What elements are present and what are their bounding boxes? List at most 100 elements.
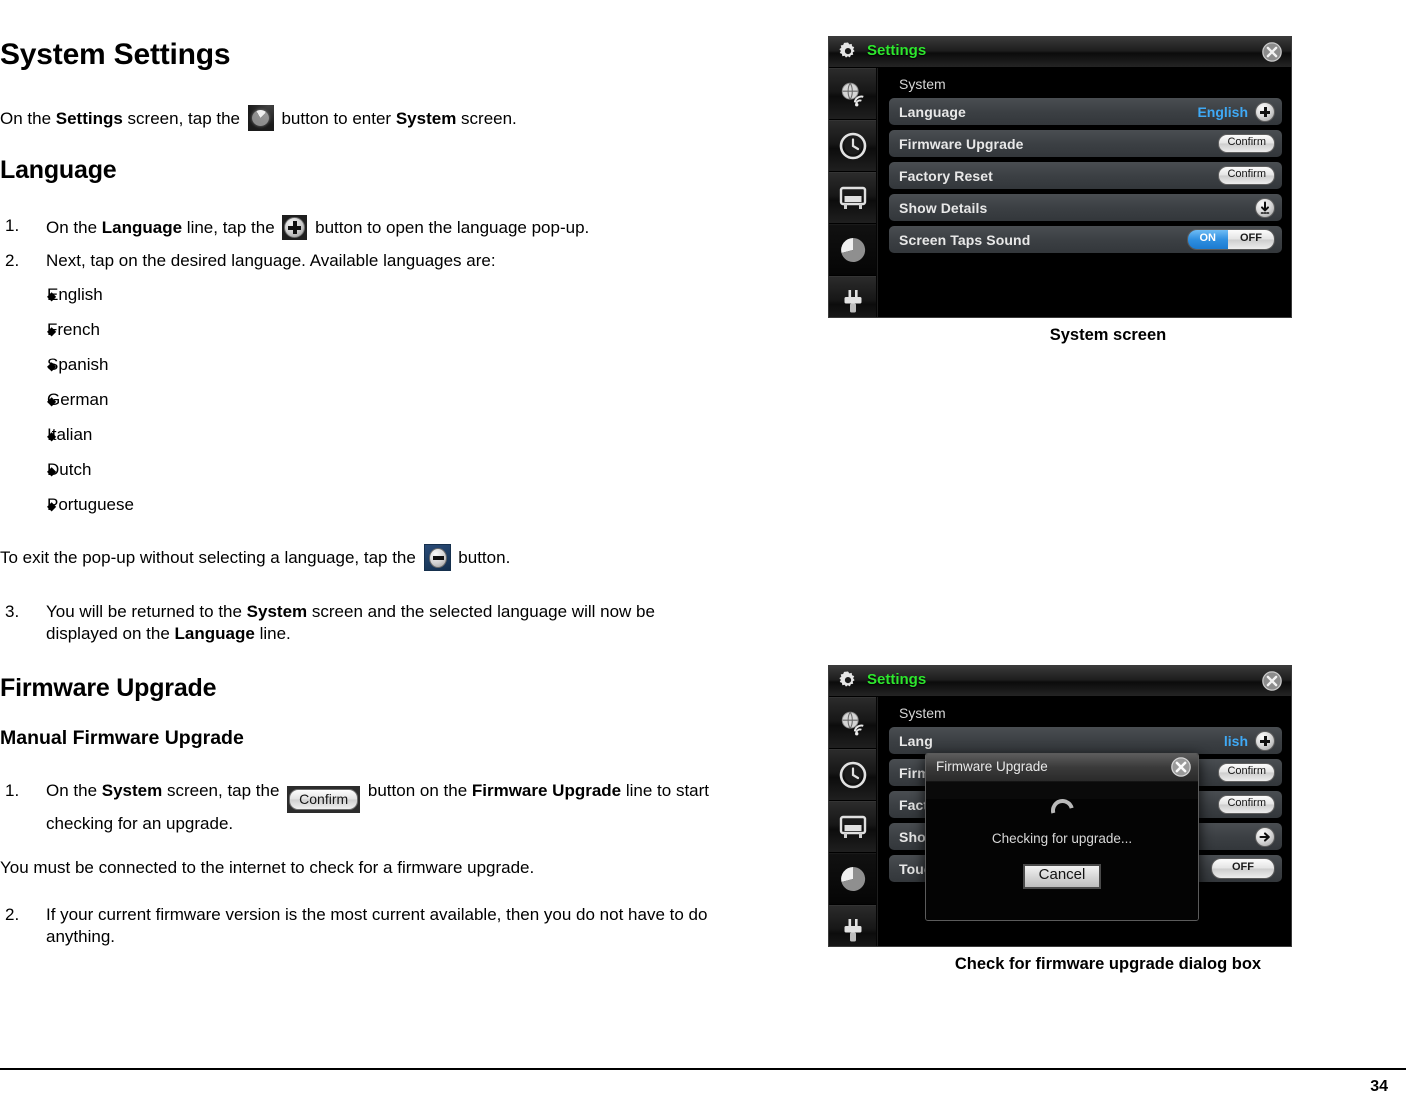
- list-item: ◆ German: [0, 390, 790, 425]
- step3-part1: You will be returned to the: [46, 602, 247, 622]
- plus-round-button[interactable]: [1255, 101, 1275, 122]
- list-item: ◆ Italian: [0, 425, 790, 460]
- language-dutch: Dutch: [47, 460, 92, 480]
- device-content: System Language English Firmware Upgrade…: [877, 68, 1291, 317]
- settings-row-language[interactable]: Language English: [889, 98, 1282, 125]
- exit-popup-part2: button.: [453, 548, 511, 568]
- bullet-glyph: ◆: [47, 429, 57, 444]
- settings-row-screen-taps-sound[interactable]: Screen Taps Sound ON OFF: [889, 226, 1282, 253]
- sidebar-item-clock[interactable]: [829, 120, 876, 172]
- row-control: Confirm: [1218, 166, 1275, 185]
- settings-row-factory-reset[interactable]: Factory Reset Confirm: [889, 162, 1282, 189]
- dialog-titlebar: Firmware Upgrade: [926, 754, 1198, 782]
- sidebar-item-display[interactable]: [829, 801, 876, 853]
- device-title: Settings: [867, 671, 927, 688]
- fw1-bold-firmware-upgrade: Firmware Upgrade: [471, 780, 622, 800]
- cancel-button[interactable]: Cancel: [1022, 864, 1102, 889]
- loading-spinner-icon: [1046, 794, 1078, 827]
- firmware-step-1: 1. On the System screen, tap the Confirm…: [0, 780, 790, 835]
- device-sidebar-rail: [829, 68, 878, 317]
- sidebar-item-system[interactable]: [829, 224, 876, 276]
- page-number: 34: [1370, 1078, 1388, 1095]
- step3-bold-system: System: [246, 602, 308, 622]
- arrow-round-button[interactable]: [1255, 826, 1275, 847]
- close-icon[interactable]: [1170, 756, 1192, 778]
- row-label: Fact: [899, 796, 929, 813]
- sidebar-item-network[interactable]: [829, 68, 876, 120]
- step-number: 2.: [5, 905, 20, 925]
- list-item: ◆ Dutch: [0, 460, 790, 495]
- language-options-list: ◆ English ◆ French ◆ Spanish ◆ German ◆ …: [0, 285, 790, 530]
- download-round-button[interactable]: [1255, 197, 1275, 218]
- plus-round-button[interactable]: [1255, 730, 1275, 751]
- section-heading-language: Language: [0, 156, 117, 184]
- language-italian: Italian: [47, 425, 93, 445]
- intro-text-part1: On the: [0, 109, 56, 128]
- close-icon[interactable]: [1261, 670, 1283, 692]
- fw1-bold-system: System: [101, 780, 163, 800]
- list-item: ◆ Spanish: [0, 355, 790, 390]
- step1-part1: On the: [46, 217, 102, 237]
- intro-bold-system: System: [395, 109, 457, 128]
- settings-row-firmware-upgrade[interactable]: Firmware Upgrade Confirm: [889, 130, 1282, 157]
- row-control: English: [1197, 101, 1275, 122]
- step1-part3: button to open the language pop-up.: [310, 217, 590, 237]
- on-off-toggle[interactable]: ON OFF: [1186, 229, 1275, 250]
- toggle-off-segment[interactable]: OFF: [1228, 230, 1274, 249]
- confirm-button[interactable]: Confirm: [1218, 763, 1275, 782]
- row-control: lish: [1224, 730, 1275, 751]
- row-label: Show Details: [899, 199, 988, 216]
- sidebar-item-clock[interactable]: [829, 749, 876, 801]
- intro-text-part2: screen, tap the: [122, 109, 245, 128]
- row-label: Lang: [899, 732, 933, 749]
- step3-part3: line.: [254, 624, 291, 643]
- list-item: ◆ Portuguese: [0, 495, 790, 530]
- settings-row-show-details[interactable]: Show Details: [889, 194, 1282, 221]
- on-off-toggle[interactable]: OFF: [1211, 858, 1275, 879]
- section-heading-firmware-upgrade: Firmware Upgrade: [0, 673, 217, 702]
- document-page: System Settings On the Settings screen, …: [0, 0, 1406, 1117]
- bullet-glyph: ◆: [47, 289, 57, 304]
- page-title: System Settings: [0, 38, 231, 71]
- sidebar-item-power[interactable]: [829, 276, 876, 317]
- section-label: System: [899, 76, 946, 92]
- plus-button-icon: [282, 214, 308, 240]
- list-item: 2. Next, tap on the desired language. Av…: [0, 250, 790, 272]
- step-text: On the System screen, tap the Confirm bu…: [46, 780, 721, 835]
- figure-system-screen: Settings System Language English Firmwar…: [828, 36, 1292, 318]
- intro-bold-settings: Settings: [55, 109, 123, 128]
- fw1-part3: button on the: [363, 780, 472, 800]
- bullet-glyph: ◆: [47, 464, 57, 479]
- step-text: Next, tap on the desired language. Avail…: [46, 250, 496, 270]
- text-column: System Settings On the Settings screen, …: [0, 38, 790, 948]
- figure-firmware-dialog: Settings System Lang lish Firm Confirm F…: [828, 665, 1292, 947]
- row-control: [1255, 197, 1275, 218]
- row-label: Factory Reset: [899, 167, 993, 184]
- row-label: Language: [899, 103, 966, 120]
- language-english: English: [47, 285, 103, 305]
- language-portuguese: Portuguese: [47, 495, 134, 515]
- close-icon[interactable]: [1261, 41, 1283, 63]
- minus-button-icon: [423, 544, 451, 572]
- sidebar-item-display[interactable]: [829, 172, 876, 224]
- sidebar-item-power[interactable]: [829, 905, 876, 946]
- settings-row-language[interactable]: Lang lish: [889, 727, 1282, 754]
- footer-divider: [0, 1068, 1406, 1070]
- toggle-off-segment[interactable]: OFF: [1212, 859, 1274, 878]
- step1-part2: line, tap the: [182, 217, 280, 237]
- confirm-button[interactable]: Confirm: [1218, 795, 1275, 814]
- dialog-title: Firmware Upgrade: [936, 759, 1048, 774]
- exit-popup-paragraph: To exit the pop-up without selecting a l…: [0, 544, 790, 572]
- language-step-3: 3. You will be returned to the System sc…: [0, 601, 790, 645]
- dialog-footer: [926, 920, 1198, 921]
- sidebar-item-system[interactable]: [829, 853, 876, 905]
- sidebar-item-network[interactable]: [829, 697, 876, 749]
- list-item: ◆ English: [0, 285, 790, 320]
- confirm-button[interactable]: Confirm: [1218, 166, 1275, 185]
- row-control: [1255, 826, 1275, 847]
- language-german: German: [47, 390, 109, 410]
- confirm-button[interactable]: Confirm: [1218, 134, 1275, 153]
- row-label: Firmware Upgrade: [899, 135, 1024, 152]
- toggle-on-segment[interactable]: ON: [1187, 230, 1228, 249]
- intro-text-part3: button to enter: [276, 109, 396, 128]
